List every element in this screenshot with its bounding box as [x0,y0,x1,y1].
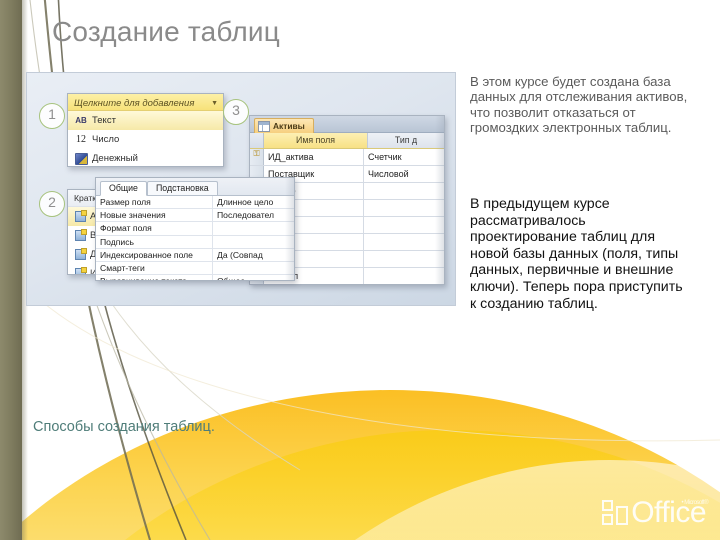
property-key: Новые значения [100,210,166,221]
callout-badge-2: 2 [39,191,65,217]
data-type-cell[interactable] [363,268,444,284]
property-row[interactable]: Подпись [96,235,294,249]
datatype-item-text[interactable]: AB Текст [68,111,223,130]
column-header-data-type[interactable]: Тип д [367,133,444,148]
field-template-icon [72,210,88,222]
office-logo-icon: Office • Microsoft® [602,498,708,528]
field-template-icon [72,267,88,274]
property-value[interactable]: Да (Совпад [212,248,294,261]
property-row[interactable]: Смарт-теги [96,261,294,276]
tab-lookup[interactable]: Подстановка [146,181,218,195]
property-key: Размер поля [100,197,151,207]
text-ab-icon: AB [75,116,87,125]
property-row[interactable]: Новые значения Последовател [96,209,294,223]
description-paragraph-2: В предыдущем курсе рассматривалось проек… [470,196,683,312]
property-key: Выравнивание текста [96,275,212,280]
property-value[interactable]: Длинное цело [212,196,294,209]
property-row[interactable]: Размер поля Длинное цело [96,196,294,210]
left-accent-bar [0,0,22,540]
page-curl-shadow [285,178,294,280]
property-row[interactable]: Формат поля [96,222,294,236]
data-type-cell[interactable]: Счетчик [363,149,444,165]
document-tab-strip: Активы [250,116,444,133]
datatype-item-label: Текст [92,115,116,126]
property-value[interactable] [212,235,294,248]
row-selector-gutter [250,133,264,148]
callout-badge-1: 1 [39,103,65,129]
data-type-cell[interactable] [363,200,444,216]
tab-general[interactable]: Общие [100,181,147,196]
currency-icon [72,152,90,165]
property-row[interactable]: Индексированное поле Да (Совпад [96,248,294,262]
property-key: Смарт-теги [100,262,145,273]
office-logo-mark [602,500,629,526]
property-key: Индексированное поле [100,249,193,260]
slide-caption: Способы создания таблиц. [33,419,215,435]
table-row[interactable]: ⚿ ИД_актива Счетчик [250,149,444,166]
table-grid-icon [258,120,270,132]
data-type-cell[interactable] [363,183,444,199]
office-logo-wordmark: Office • Microsoft® [631,498,708,528]
data-type-cell[interactable]: Числовой [363,166,444,182]
field-name-cell[interactable]: ИД_актива [264,149,363,165]
property-value[interactable]: Последовател [212,209,294,222]
property-row[interactable]: Выравнивание текста Общее [96,275,294,280]
column-header-field-name[interactable]: Имя поля [264,133,367,148]
primary-key-icon: ⚿ [250,149,264,165]
property-value[interactable]: Общее [212,275,294,280]
office-logo-trademark: • Microsoft® [681,500,708,506]
datatype-item-currency[interactable]: Денежный [68,149,223,166]
screenshot-panel: 1 2 3 Щелкните для добавления ▼ AB Текст… [26,72,456,306]
design-grid-header: Имя поля Тип д [250,133,444,149]
datatype-item-label: Денежный [92,153,138,164]
property-key: Формат поля [100,223,152,234]
page-curl-shadow [435,116,444,284]
field-properties-pane[interactable]: Общие Подстановка Размер поля Длинное це… [95,177,295,281]
property-value[interactable] [212,222,294,235]
tab-assets[interactable]: Активы [254,118,314,133]
datatype-item-label: Число [92,134,120,145]
chevron-down-icon[interactable]: ▼ [211,100,219,107]
callout-badge-3: 3 [223,99,249,125]
data-type-cell[interactable] [363,251,444,267]
field-properties-tabs: Общие Подстановка [96,178,294,196]
datatype-item-number[interactable]: 12 Число [68,130,223,149]
datatype-dropdown-header[interactable]: Щелкните для добавления ▼ [68,94,223,111]
slide-canvas: Создание таблиц Способы создания таблиц.… [0,0,720,540]
property-key: Подпись [100,236,135,247]
tab-assets-label: Активы [273,121,305,131]
datatype-dropdown[interactable]: Щелкните для добавления ▼ AB Текст 12 Чи… [67,93,224,167]
datatype-dropdown-header-label: Щелкните для добавления [74,97,195,109]
description-paragraph-1: В этом курсе будет создана база данных д… [470,74,688,136]
field-template-icon [72,248,88,260]
data-type-cell[interactable] [363,217,444,233]
page-title: Создание таблиц [52,16,280,47]
data-type-cell[interactable] [363,234,444,250]
property-value[interactable] [212,261,294,275]
field-template-icon [72,229,88,241]
number-12-icon: 12 [76,134,86,145]
